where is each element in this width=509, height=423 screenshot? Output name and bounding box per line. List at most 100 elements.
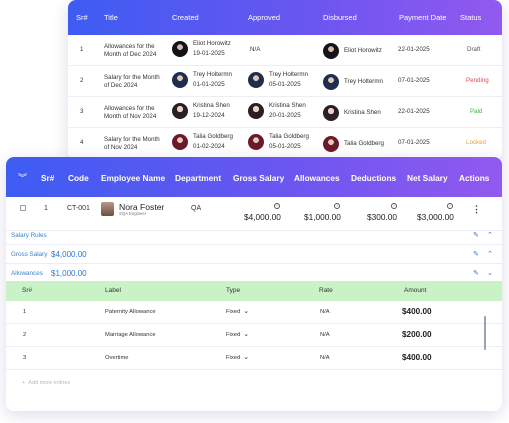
person-name: Kristina Shen xyxy=(344,109,381,116)
avatar xyxy=(101,202,114,216)
row-sr: 3 xyxy=(80,108,84,115)
allowance-amount[interactable]: $400.00 xyxy=(402,353,432,362)
edit-icon[interactable]: ✎ xyxy=(473,269,479,277)
type-select[interactable]: Fixed ⌄ xyxy=(226,330,249,338)
approved-by: Kristina Shen 20-01-2025 xyxy=(248,101,306,121)
payment-date: 22-01-2025 xyxy=(398,46,430,53)
row-sr: 4 xyxy=(80,139,84,146)
deductions-value: $300.00 xyxy=(367,212,397,222)
payment-date: 22-01-2025 xyxy=(398,108,430,115)
employee-sr: 1 xyxy=(44,205,48,212)
row-checkbox[interactable] xyxy=(20,205,26,211)
col-gross-salary: Gross Salary xyxy=(233,173,285,183)
status-badge: Locked xyxy=(466,139,486,146)
edit-icon[interactable]: ✎ xyxy=(473,231,479,239)
avatar xyxy=(323,74,339,90)
allowance-sr: 1 xyxy=(23,309,27,315)
col-payment-date: Payment Date xyxy=(399,13,447,22)
avatar xyxy=(248,72,264,88)
col-deductions: Deductions xyxy=(351,173,397,183)
approved-by: Talia Goldberg 05-01-2025 xyxy=(248,132,309,152)
info-icon[interactable]: ! xyxy=(334,203,340,209)
col-type: Type xyxy=(226,287,241,294)
row-title: Allowances for the Month of Dec 2024 xyxy=(104,43,157,58)
col-amount: Amount xyxy=(404,287,427,294)
allowance-rate: N/A xyxy=(320,332,330,338)
col-status: Status xyxy=(460,13,482,22)
row-title: Salary for the Month of Nov 2024 xyxy=(104,136,160,151)
table-row[interactable]: 3 Allowances for the Month of Nov 2024 K… xyxy=(68,97,502,128)
gross-salary-label: Gross Salary xyxy=(11,251,48,258)
employee-role: SQA Engineer xyxy=(119,211,147,216)
col-sr: Sr# xyxy=(22,287,33,294)
more-actions-icon[interactable]: ⋮ xyxy=(472,204,481,215)
person-name: Talia Goldberg xyxy=(344,140,384,147)
person-date: 20-01-2025 xyxy=(269,112,301,119)
row-sr: 2 xyxy=(80,77,84,84)
info-icon[interactable]: ! xyxy=(274,203,280,209)
created-by: Talia Goldberg 01-02-2024 xyxy=(172,132,233,152)
collapse-all-icon[interactable]: ︾ xyxy=(18,171,27,184)
salary-header: ︾ Sr# Code Employee Name Department Gros… xyxy=(6,157,502,197)
allowance-amount[interactable]: $400.00 xyxy=(402,307,432,316)
col-disbursed: Disbursed xyxy=(323,13,357,22)
add-more-entries[interactable]: + Add more entries xyxy=(22,380,70,386)
allowance-table-header: Sr# Label Type Rate Amount xyxy=(6,281,502,301)
person-name: Kristina Shen xyxy=(193,102,230,109)
employee-department: QA xyxy=(191,205,202,212)
person-name: Trey Holtermn xyxy=(193,71,232,78)
avatar xyxy=(323,136,339,152)
payment-date: 07-01-2025 xyxy=(398,139,430,146)
disbursed-by: Trey Holtermn xyxy=(323,74,383,90)
chevron-up-icon[interactable]: ⌃ xyxy=(487,250,493,258)
status-badge: Pending xyxy=(466,77,489,84)
person-name: Talia Goldberg xyxy=(269,133,309,140)
allowance-row[interactable]: 3 Overtime Fixed ⌄ N/A $400.00 xyxy=(6,347,502,370)
allowance-sr: 3 xyxy=(23,355,27,361)
allowance-row[interactable]: 2 Marriage Allowance Fixed ⌄ N/A $200.00 xyxy=(6,324,502,347)
type-select[interactable]: Fixed ⌄ xyxy=(226,307,249,315)
status-badge: Draft xyxy=(467,46,481,53)
payroll-table: Sr# Title Created Approved Disbursed Pay… xyxy=(68,0,502,160)
info-icon[interactable]: ! xyxy=(391,203,397,209)
disbursed-by: Eliot Horowitz xyxy=(323,43,382,59)
allowance-row[interactable]: 1 Paternity Allowance Fixed ⌄ N/A $400.00 xyxy=(6,301,502,324)
person-date: 19-01-2025 xyxy=(193,50,225,57)
info-icon[interactable]: ! xyxy=(447,203,453,209)
allowances-amount: $1,000.00 xyxy=(51,269,87,278)
approved-by: Trey Holtermn 05-01-2025 xyxy=(248,70,308,90)
person-date: 01-02-2024 xyxy=(193,143,225,150)
col-sr: Sr# xyxy=(41,173,55,183)
gross-salary-value: $4,000.00 xyxy=(244,212,281,222)
table-row[interactable]: 4 Salary for the Month of Nov 2024 Talia… xyxy=(68,128,502,159)
type-select[interactable]: Fixed ⌄ xyxy=(226,353,249,361)
col-sr: Sr# xyxy=(76,13,88,22)
edit-icon[interactable]: ✎ xyxy=(473,250,479,258)
chevron-down-icon: ⌄ xyxy=(243,331,250,338)
chevron-up-icon[interactable]: ⌃ xyxy=(487,231,493,239)
allowance-label: Marriage Allowance xyxy=(105,332,156,338)
row-title: Allowances for the Month of Nov 2024 xyxy=(104,105,157,120)
col-actions: Actions xyxy=(459,173,490,183)
employee-code: CT-001 xyxy=(67,205,90,212)
gross-salary-row[interactable]: Gross Salary $4,000.00 ✎ ⌃ xyxy=(6,245,502,264)
avatar xyxy=(248,103,264,119)
avatar xyxy=(172,41,188,57)
allowance-amount[interactable]: $200.00 xyxy=(402,330,432,339)
salary-rules-row[interactable]: Salary Rules ✎ ⌃ xyxy=(6,226,502,245)
row-sr: 1 xyxy=(80,46,84,53)
table-row[interactable]: 1 Allowances for the Month of Dec 2024 E… xyxy=(68,35,502,66)
person-name: Kristina Shen xyxy=(269,102,306,109)
col-department: Department xyxy=(175,173,222,183)
allowances-label: Allowances xyxy=(11,270,43,277)
allowance-label: Paternity Allowance xyxy=(105,309,156,315)
person-name: Talia Goldberg xyxy=(193,133,233,140)
table-row[interactable]: 2 Salary for the Month of Dec 2024 Trey … xyxy=(68,66,502,97)
avatar xyxy=(172,134,188,150)
approved-na: N/A xyxy=(250,46,261,53)
allowance-sr: 2 xyxy=(23,332,27,338)
col-allowances: Allowances xyxy=(294,173,340,183)
scrollbar[interactable] xyxy=(484,316,486,350)
chevron-down-icon[interactable]: ⌄ xyxy=(487,269,493,277)
created-by: Eliot Horowitz 19-01-2025 xyxy=(172,39,231,59)
